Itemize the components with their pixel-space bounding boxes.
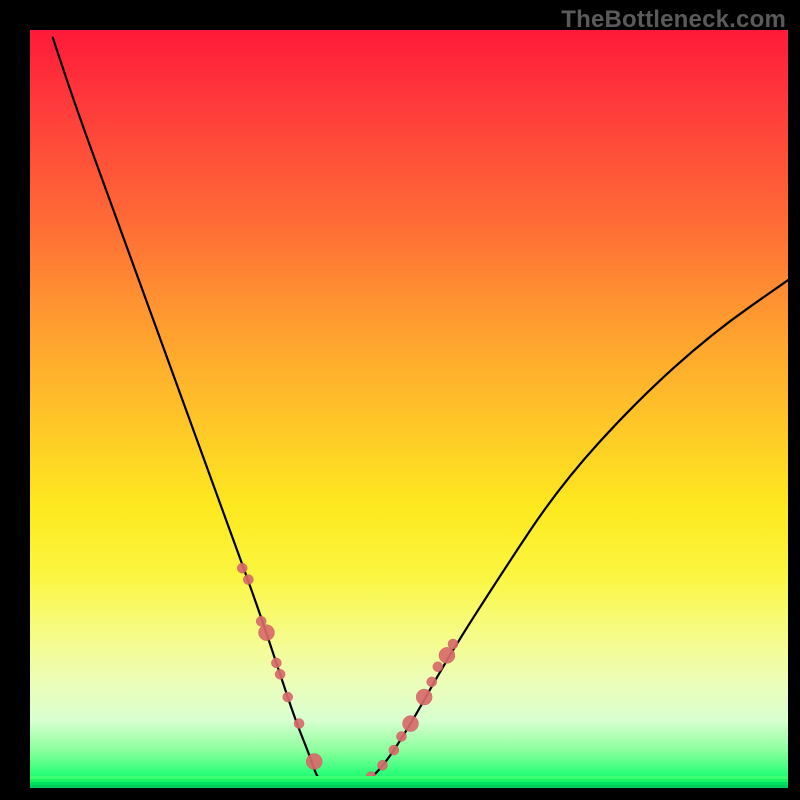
data-marker [416,689,432,705]
data-marker [433,662,443,672]
data-marker [439,647,455,663]
bottleneck-curve [53,38,788,788]
data-marker [448,639,458,649]
data-marker [403,716,419,732]
data-marker [396,731,406,741]
data-marker [377,760,387,770]
data-marker [389,745,399,755]
bottom-green-stripes [30,776,788,788]
data-markers [237,563,458,788]
watermark-text: TheBottleneck.com [561,6,786,34]
data-marker [306,753,322,769]
data-marker [427,677,437,687]
chart-svg [30,30,788,788]
data-marker [258,625,274,641]
data-marker [275,669,285,679]
data-marker [283,692,293,702]
data-marker [271,658,281,668]
data-marker [243,575,253,585]
plot-area [30,30,788,788]
data-marker [294,719,304,729]
data-marker [237,563,247,573]
